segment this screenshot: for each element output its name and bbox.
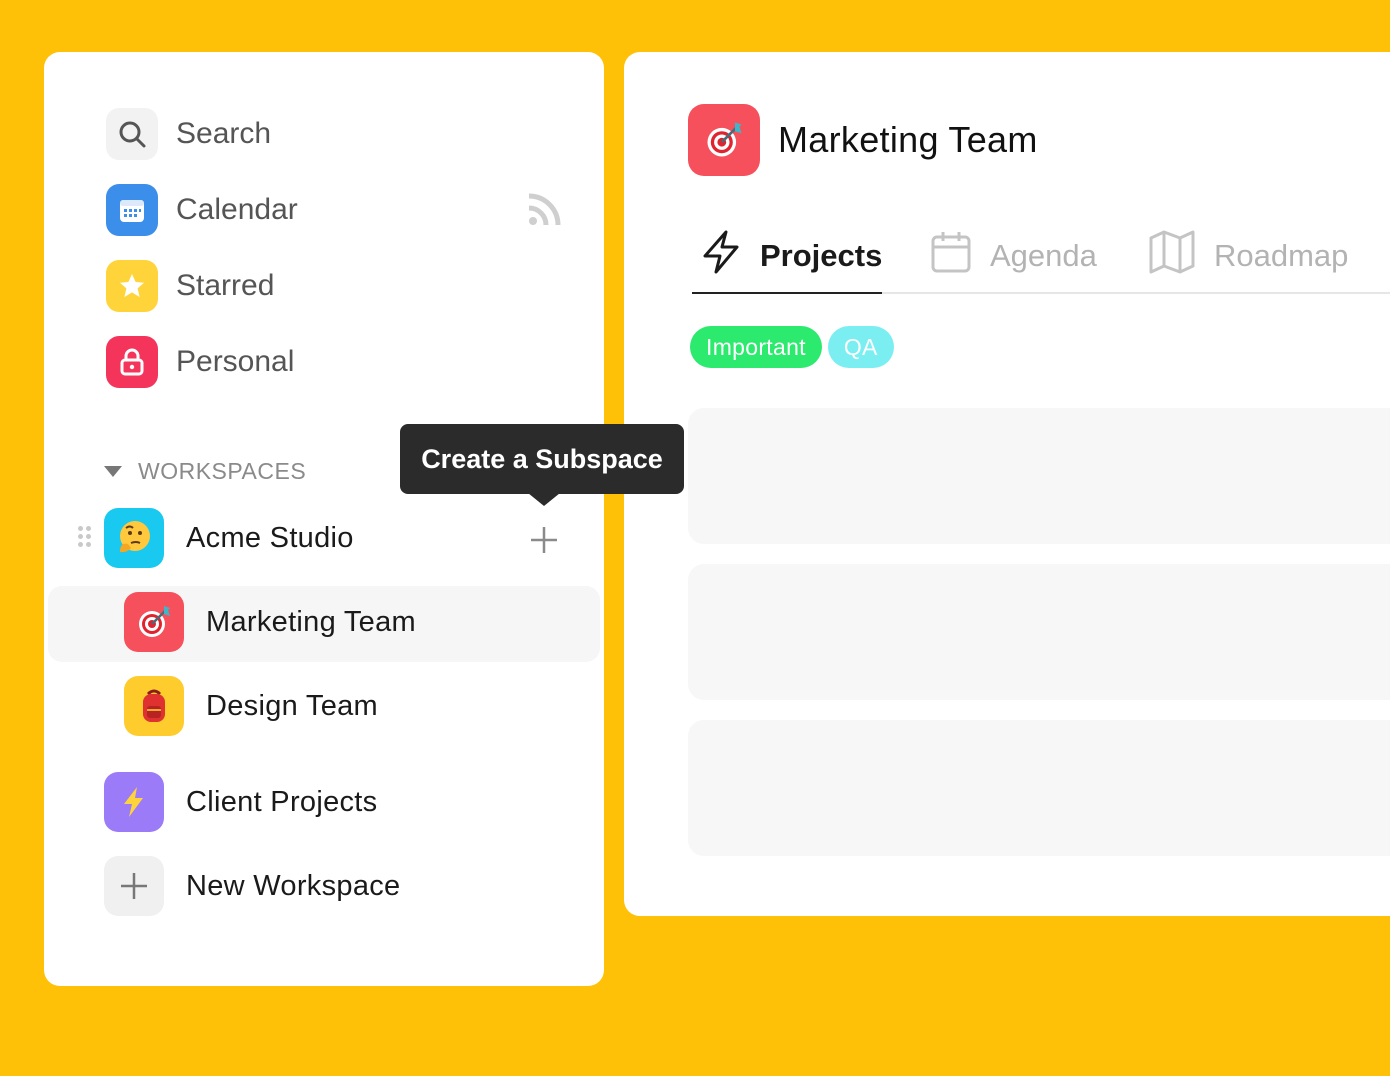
lock-icon [106, 336, 158, 388]
tab-agenda[interactable]: Agenda [930, 218, 1097, 294]
sidebar-item-label: Search [176, 117, 272, 150]
sidebar: Search Calendar Starred Personal WORKSPA… [44, 52, 604, 986]
sidebar-item-starred[interactable]: Starred [106, 260, 566, 312]
dart-target-icon [124, 592, 184, 652]
workspace-label: Marketing Team [206, 605, 416, 638]
tooltip-arrow [528, 493, 560, 506]
main-panel: Marketing Team Projects Agenda Roadmap I… [624, 52, 1390, 916]
map-icon [1148, 229, 1196, 283]
workspaces-title: WORKSPACES [138, 458, 307, 484]
lightning-icon [104, 772, 164, 832]
project-card[interactable] [688, 720, 1390, 856]
tooltip-text: Create a Subspace [421, 443, 663, 474]
thinking-face-icon [104, 508, 164, 568]
workspace-label: New Workspace [186, 869, 401, 902]
tab-bar: Projects Agenda Roadmap [692, 218, 1390, 294]
workspace-item-client-projects[interactable]: Client Projects [104, 772, 377, 832]
calendar-outline-icon [930, 229, 972, 283]
workspace-label: Design Team [206, 689, 379, 722]
tag-qa[interactable]: QA [827, 326, 894, 368]
workspace-item-design-team[interactable]: Design Team [124, 676, 378, 736]
active-tab-indicator [692, 292, 882, 294]
backpack-icon [124, 676, 184, 736]
rss-icon[interactable] [526, 192, 562, 233]
workspace-label: Acme Studio [186, 521, 354, 554]
search-icon [106, 108, 158, 160]
calendar-icon [106, 184, 158, 236]
project-card[interactable] [688, 408, 1390, 544]
tab-label: Roadmap [1214, 238, 1349, 273]
tag-important[interactable]: Important [690, 326, 822, 368]
dart-target-icon [688, 104, 760, 176]
add-subspace-button[interactable] [528, 524, 560, 556]
sidebar-item-label: Calendar [176, 193, 298, 226]
workspace-item-acme-studio[interactable]: Acme Studio [104, 508, 354, 568]
page-title: Marketing Team [778, 119, 1038, 160]
sidebar-item-label: Starred [176, 269, 275, 302]
plus-icon [104, 856, 164, 916]
star-icon [106, 260, 158, 312]
tab-projects[interactable]: Projects [700, 218, 882, 294]
sidebar-item-label: Personal [176, 345, 295, 378]
drag-handle-icon[interactable] [78, 526, 92, 548]
tag-list: Important QA [690, 326, 894, 368]
workspace-label: Client Projects [186, 785, 378, 818]
new-workspace-button[interactable]: New Workspace [104, 856, 401, 916]
tab-label: Agenda [990, 238, 1097, 273]
tab-roadmap[interactable]: Roadmap [1148, 218, 1348, 294]
tab-label: Projects [760, 238, 883, 273]
page-header: Marketing Team [688, 104, 1038, 176]
project-card[interactable] [688, 564, 1390, 700]
sidebar-item-search[interactable]: Search [106, 108, 566, 160]
create-subspace-tooltip: Create a Subspace [400, 424, 684, 506]
workspaces-header[interactable]: WORKSPACES [104, 458, 306, 485]
caret-down-icon [104, 466, 122, 477]
sidebar-item-personal[interactable]: Personal [106, 336, 566, 388]
workspace-item-marketing-team[interactable]: Marketing Team [124, 592, 416, 652]
sidebar-item-calendar[interactable]: Calendar [106, 184, 566, 236]
lightning-outline-icon [700, 229, 742, 283]
